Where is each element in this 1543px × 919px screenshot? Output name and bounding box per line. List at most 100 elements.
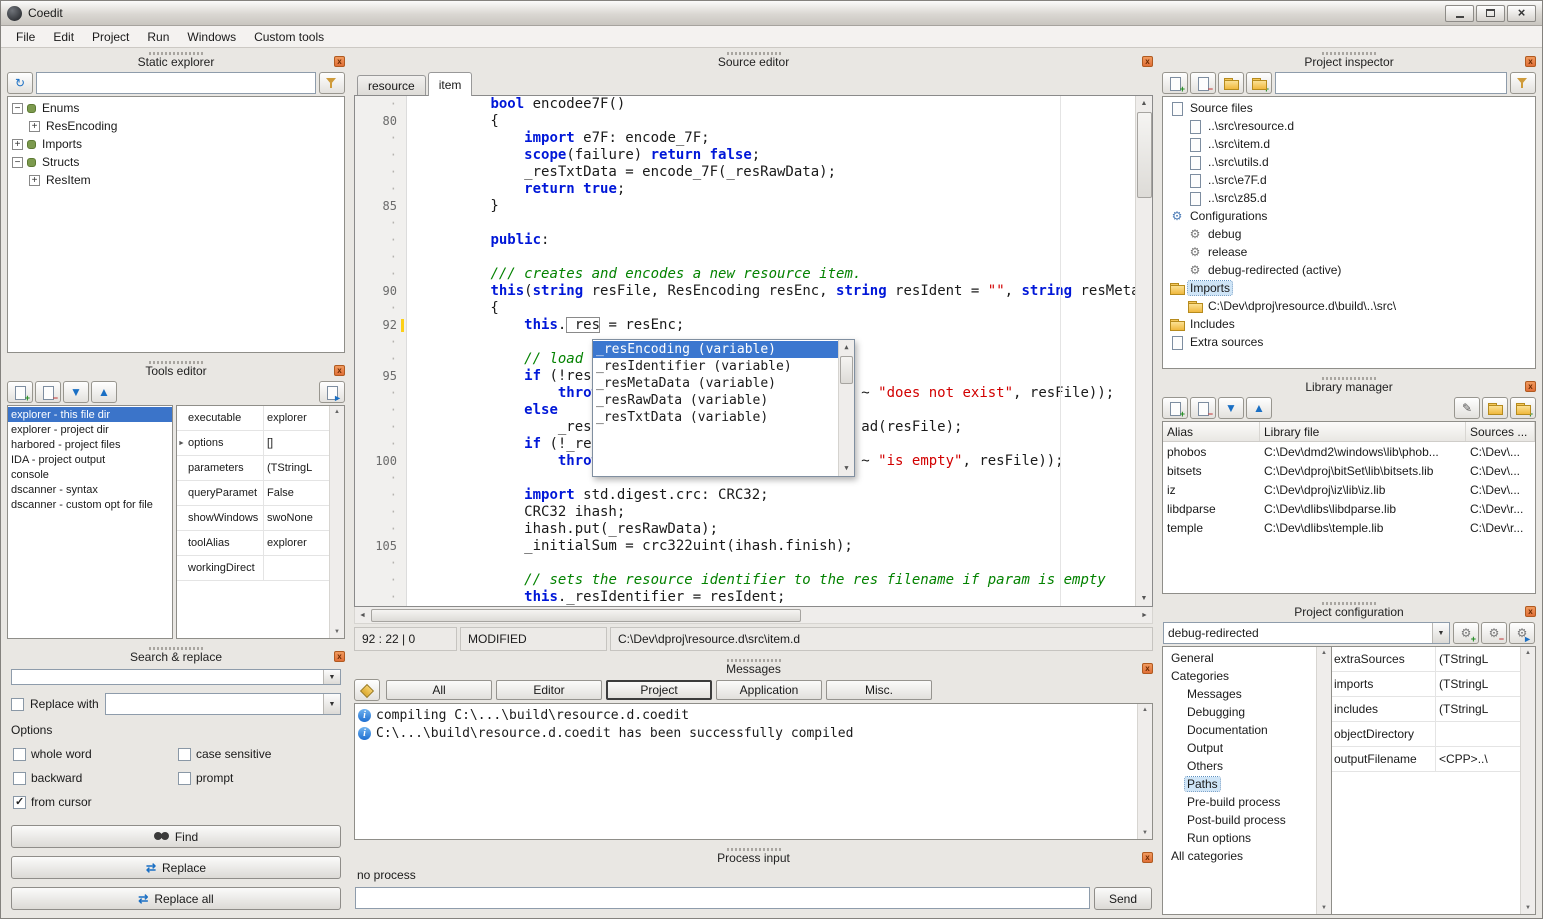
add-from-folder-button[interactable]: + <box>1510 397 1536 419</box>
menu-item-windows[interactable]: Windows <box>178 27 245 47</box>
scroll-down-icon[interactable] <box>839 461 854 476</box>
scroll-left-icon[interactable] <box>355 608 370 623</box>
property-value[interactable]: explorer <box>264 537 329 549</box>
tool-item-ida-project-output[interactable]: IDA - project output <box>8 452 172 467</box>
move-down-button[interactable]: ▼ <box>63 381 89 403</box>
panel-header[interactable]: Project inspector <box>1159 50 1539 70</box>
tree-item-imports[interactable]: +Imports <box>8 135 344 153</box>
menu-item-edit[interactable]: Edit <box>44 27 83 47</box>
inspector-item-src-resource-d[interactable]: ..\src\resource.d <box>1163 117 1535 135</box>
expander-icon[interactable]: + <box>12 139 23 150</box>
panel-header[interactable]: Library manager <box>1159 375 1539 395</box>
library-row-temple[interactable]: templeC:\Dev\dlibs\temple.libC:\Dev\r... <box>1163 518 1535 537</box>
close-panel-button[interactable] <box>1525 381 1536 392</box>
menu-item-project[interactable]: Project <box>83 27 138 47</box>
filter-button-project[interactable]: Project <box>606 680 712 700</box>
remove-configuration-button[interactable]: ⚙− <box>1481 622 1507 644</box>
option-case-sensitive[interactable]: case sensitive <box>178 747 341 761</box>
library-row-bitsets[interactable]: bitsetsC:\Dev\dproj\bitSet\lib\bitsets.l… <box>1163 461 1535 480</box>
panel-header[interactable]: Tools editor <box>4 359 348 379</box>
checkbox-icon[interactable] <box>13 748 26 761</box>
configuration-select[interactable]: debug-redirected <box>1163 622 1450 644</box>
inspector-item-imports[interactable]: Imports <box>1163 279 1535 297</box>
minimize-button[interactable] <box>1445 5 1474 22</box>
column-header-sources[interactable]: Sources ... <box>1466 422 1535 441</box>
option-from-cursor[interactable]: from cursor <box>13 795 176 809</box>
filter-button[interactable] <box>319 72 345 94</box>
replace-with-combo[interactable] <box>105 693 341 715</box>
close-panel-button[interactable] <box>1525 606 1536 617</box>
panel-header[interactable]: Static explorer <box>4 50 348 70</box>
panel-header[interactable]: Process input <box>351 846 1156 866</box>
property-value[interactable]: (TStringL <box>1436 652 1520 666</box>
category-debugging[interactable]: Debugging <box>1163 703 1316 721</box>
category-documentation[interactable]: Documentation <box>1163 721 1316 739</box>
close-panel-button[interactable] <box>1525 56 1536 67</box>
completion-scrollbar[interactable] <box>838 340 854 476</box>
close-panel-button[interactable] <box>334 56 345 67</box>
add-library-button[interactable]: + <box>1162 397 1188 419</box>
category-others[interactable]: Others <box>1163 757 1316 775</box>
tool-item-dscanner-custom-opt-for-file[interactable]: dscanner - custom opt for file <box>8 497 172 512</box>
inspector-item-source-files[interactable]: Source files <box>1163 99 1535 117</box>
remove-file-button[interactable]: − <box>1190 72 1216 94</box>
tree-item-enums[interactable]: −Enums <box>8 99 344 117</box>
messages-scrollbar[interactable] <box>1137 704 1152 839</box>
move-up-button[interactable]: ▲ <box>1246 397 1272 419</box>
symbol-search-input[interactable] <box>36 72 316 94</box>
tab-resource[interactable]: resource <box>357 75 426 95</box>
expander-icon[interactable]: + <box>29 121 40 132</box>
category-categories[interactable]: Categories <box>1163 667 1316 685</box>
tool-item-explorer-project-dir[interactable]: explorer - project dir <box>8 422 172 437</box>
category-paths[interactable]: Paths <box>1163 775 1316 793</box>
category-tag-button[interactable] <box>354 679 380 701</box>
property-value[interactable]: (TStringL <box>1436 702 1520 716</box>
inspector-item-src-e7f-d[interactable]: ..\src\e7F.d <box>1163 171 1535 189</box>
panel-header[interactable]: Source editor <box>351 50 1156 70</box>
replace-button[interactable]: Replace <box>11 856 341 879</box>
expander-icon[interactable]: − <box>12 103 23 114</box>
column-header-library-file[interactable]: Library file <box>1260 422 1466 441</box>
scrollbar-thumb[interactable] <box>840 356 853 384</box>
property-value[interactable]: explorer <box>264 412 329 424</box>
editor-horizontal-scrollbar[interactable] <box>354 607 1153 624</box>
column-header-alias[interactable]: Alias <box>1163 422 1260 441</box>
property-value[interactable]: (TStringL <box>264 462 329 474</box>
close-panel-button[interactable] <box>1142 56 1153 67</box>
property-value[interactable]: <CPP>..\ <box>1436 752 1520 766</box>
filter-button-application[interactable]: Application <box>716 680 822 700</box>
scroll-up-icon[interactable] <box>839 340 854 355</box>
completion-item[interactable]: _resEncoding (variable) <box>593 341 838 358</box>
inspector-item-src-z85-d[interactable]: ..\src\z85.d <box>1163 189 1535 207</box>
dropdown-icon[interactable] <box>323 694 340 714</box>
checkbox-icon[interactable] <box>178 772 191 785</box>
tree-item-structs[interactable]: −Structs <box>8 153 344 171</box>
process-input-field[interactable] <box>355 887 1090 909</box>
inspector-item-includes[interactable]: Includes <box>1163 315 1535 333</box>
completion-item[interactable]: _resMetaData (variable) <box>593 375 838 392</box>
filter-button-all[interactable]: All <box>386 680 492 700</box>
property-value[interactable]: swoNone <box>264 512 329 524</box>
replace-with-checkbox[interactable] <box>11 698 24 711</box>
grid-scrollbar[interactable] <box>1520 647 1535 914</box>
category-post-build-process[interactable]: Post-build process <box>1163 811 1316 829</box>
message-row[interactable]: compiling C:\...\build\resource.d.coedit <box>355 706 1137 724</box>
remove-library-button[interactable]: − <box>1190 397 1216 419</box>
property-value[interactable]: False <box>264 487 329 499</box>
dropdown-icon[interactable] <box>323 670 340 684</box>
tree-item-resitem[interactable]: +ResItem <box>8 171 344 189</box>
inspector-item-src-utils-d[interactable]: ..\src\utils.d <box>1163 153 1535 171</box>
scroll-down-icon[interactable] <box>1137 591 1152 606</box>
filter-button-editor[interactable]: Editor <box>496 680 602 700</box>
refresh-button[interactable]: ↻ <box>7 72 33 94</box>
tree-item-resencoding[interactable]: +ResEncoding <box>8 117 344 135</box>
grid-scrollbar[interactable] <box>329 406 344 638</box>
panel-header[interactable]: Search & replace <box>4 645 348 665</box>
open-library-button[interactable] <box>1482 397 1508 419</box>
inspector-item-debug[interactable]: ⚙debug <box>1163 225 1535 243</box>
categories-scrollbar[interactable] <box>1316 647 1331 914</box>
code-editor[interactable]: · bool encodee7F()80 {· import e7F: enco… <box>355 96 1135 606</box>
inspector-item-debug-redirected-active[interactable]: ⚙debug-redirected (active) <box>1163 261 1535 279</box>
checkbox-icon[interactable] <box>13 772 26 785</box>
close-panel-button[interactable] <box>1142 852 1153 863</box>
